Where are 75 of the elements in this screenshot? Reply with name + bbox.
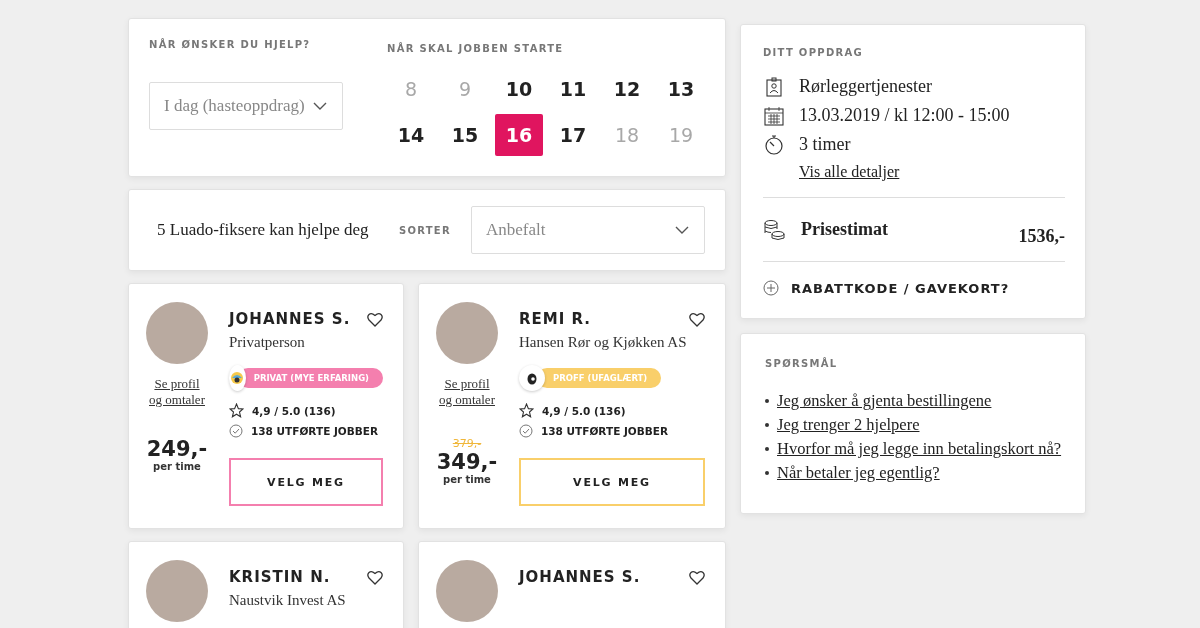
stopwatch-icon bbox=[764, 134, 784, 155]
question-link[interactable]: Jeg trenger 2 hjelpere bbox=[777, 415, 920, 435]
calendar-day[interactable]: 10 bbox=[495, 68, 543, 110]
heart-icon bbox=[689, 311, 705, 327]
calendar-day: 19 bbox=[657, 114, 705, 156]
field-label: NÅR ØNSKER DU HJELP? bbox=[149, 39, 312, 50]
helper-name: REMI R. bbox=[519, 310, 592, 328]
question-link[interactable]: Jeg ønsker å gjenta bestillingene bbox=[777, 391, 992, 411]
chevron-down-icon bbox=[312, 101, 328, 111]
helper-company: Naustvik Invest AS bbox=[229, 592, 347, 609]
price: 349,- bbox=[436, 449, 498, 474]
heart-icon bbox=[367, 311, 383, 327]
check-circle-icon bbox=[519, 424, 533, 438]
calendar-day[interactable]: 17 bbox=[549, 114, 597, 156]
favorite-button[interactable] bbox=[367, 311, 383, 327]
bullet-icon bbox=[765, 447, 769, 451]
old-price: 379,- bbox=[452, 436, 482, 450]
discount-toggle[interactable]: RABATTKODE / GAVEKORT? bbox=[763, 262, 1065, 296]
bullet-icon bbox=[765, 471, 769, 475]
calendar-day: 8 bbox=[387, 68, 435, 110]
id-badge-icon bbox=[765, 76, 783, 97]
rating-text: 4,9 / 5.0 (136) bbox=[542, 404, 626, 417]
plus-circle-icon bbox=[763, 280, 779, 296]
details-link[interactable]: Vis alle detaljer bbox=[799, 163, 1065, 181]
detail-text: 3 timer bbox=[799, 134, 851, 155]
estimate-label: Prisestimat bbox=[801, 219, 889, 240]
calendar-day: 9 bbox=[441, 68, 489, 110]
section-title: DITT OPPDRAG bbox=[763, 47, 865, 58]
detail-text: 13.03.2019 / kl 12:00 - 15:00 bbox=[799, 105, 1010, 126]
question-link[interactable]: Hvorfor må jeg legge inn betalingskort nå? bbox=[777, 439, 1062, 459]
sort-dropdown[interactable]: Anbefalt bbox=[471, 206, 705, 254]
helper-company: Hansen Rør og Kjøkken AS bbox=[519, 334, 688, 351]
favorite-button[interactable] bbox=[367, 569, 383, 585]
profile-link[interactable]: Se profil og omtaler bbox=[439, 376, 495, 409]
section-title: SPØRSMÅL bbox=[765, 358, 839, 369]
star-icon bbox=[519, 403, 534, 418]
jobs-count: 138 UTFØRTE JOBBER bbox=[541, 425, 669, 437]
field-label: NÅR SKAL JOBBEN STARTE bbox=[387, 43, 565, 54]
price: 249,- bbox=[146, 436, 208, 461]
profile-link[interactable]: Se profil og omtaler bbox=[149, 376, 205, 409]
emblem-icon bbox=[229, 370, 246, 386]
calendar-day[interactable]: 14 bbox=[387, 114, 435, 156]
bullet-icon bbox=[765, 399, 769, 403]
favorite-button[interactable] bbox=[689, 311, 705, 327]
result-count: 5 Luado-fiksere kan hjelpe deg bbox=[157, 220, 369, 240]
calendar-day[interactable]: 11 bbox=[549, 68, 597, 110]
calendar-day[interactable]: 15 bbox=[441, 114, 489, 156]
calendar-day[interactable]: 16 bbox=[495, 114, 543, 156]
coins-icon bbox=[763, 218, 785, 241]
calendar-icon bbox=[764, 105, 784, 126]
calendar-day[interactable]: 12 bbox=[603, 68, 651, 110]
sort-label: SORTER bbox=[398, 224, 451, 236]
star-icon bbox=[229, 403, 244, 418]
heart-icon bbox=[689, 569, 705, 585]
helper-name: JOHANNES S. bbox=[229, 310, 351, 328]
heart-icon bbox=[367, 569, 383, 585]
choose-button[interactable]: VELG MEG bbox=[519, 458, 705, 506]
bullet-icon bbox=[765, 423, 769, 427]
detail-text: Rørleggertjenester bbox=[799, 76, 932, 97]
helper-name: JOHANNES S. bbox=[519, 568, 641, 586]
question-link[interactable]: Når betaler jeg egentlig? bbox=[777, 463, 940, 483]
favorite-button[interactable] bbox=[689, 569, 705, 585]
time-dropdown[interactable]: I dag (hasteoppdrag) bbox=[149, 82, 343, 130]
rating-text: 4,9 / 5.0 (136) bbox=[252, 404, 336, 417]
jobs-count: 138 UTFØRTE JOBBER bbox=[251, 425, 379, 437]
calendar-day: 18 bbox=[603, 114, 651, 156]
price-unit: per time bbox=[153, 460, 201, 472]
calendar-day[interactable]: 13 bbox=[657, 68, 705, 110]
chevron-down-icon bbox=[674, 225, 690, 235]
estimate-value: 1536,- bbox=[1018, 225, 1065, 247]
check-circle-icon bbox=[229, 424, 243, 438]
helper-company: Privatperson bbox=[229, 334, 306, 351]
choose-button[interactable]: VELG MEG bbox=[229, 458, 383, 506]
price-unit: per time bbox=[443, 473, 491, 485]
helper-name: KRISTIN N. bbox=[229, 568, 331, 586]
